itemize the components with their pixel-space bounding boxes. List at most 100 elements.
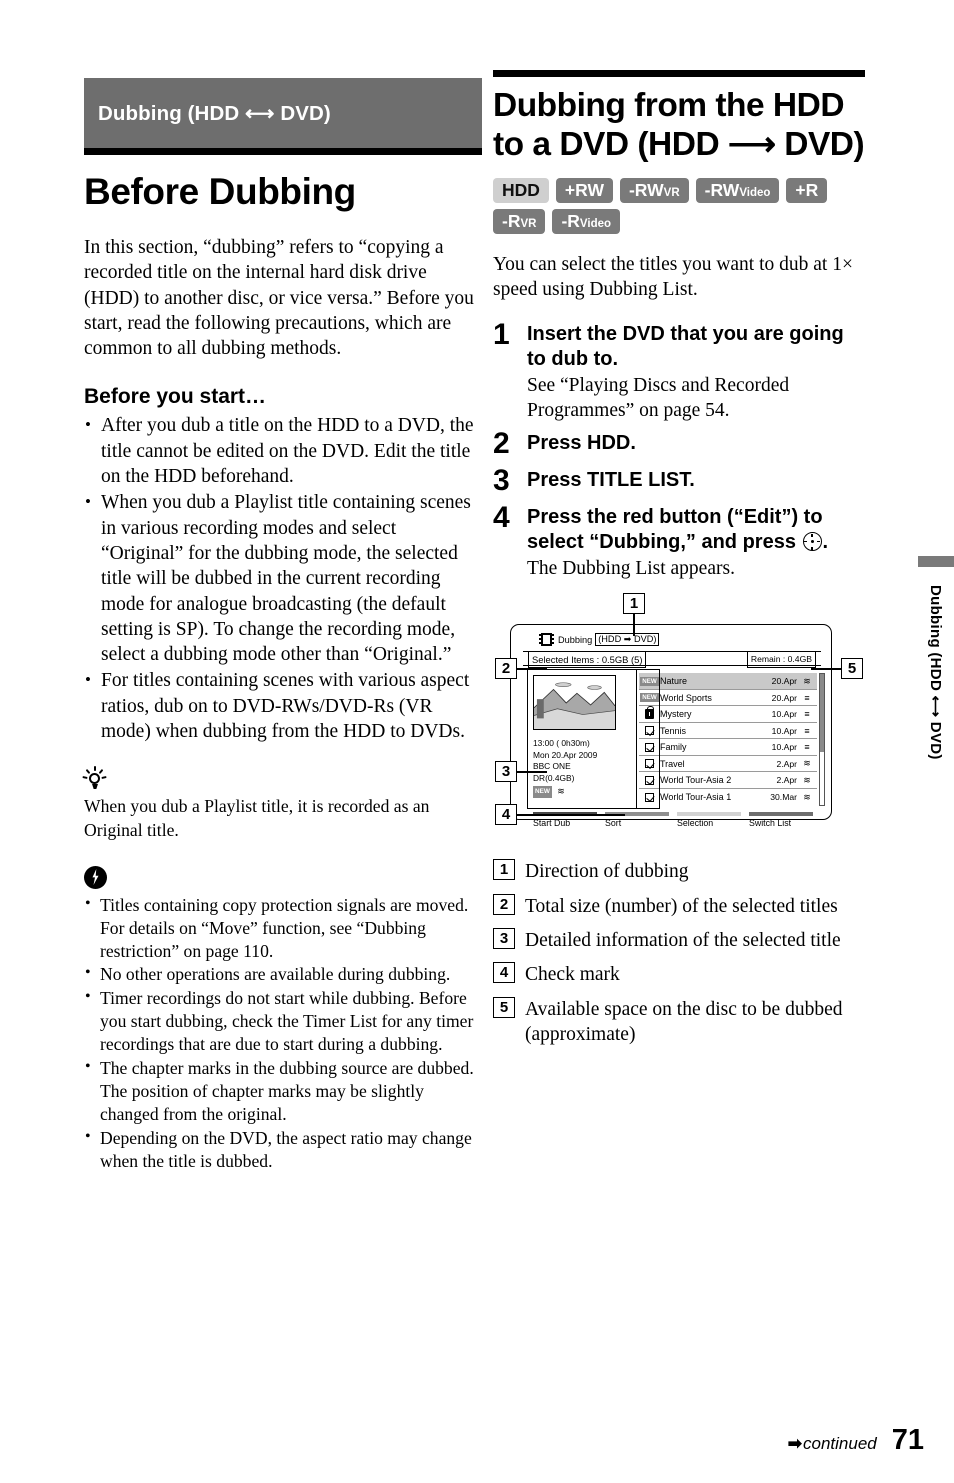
legend-item-4: 4 Check mark: [493, 962, 865, 987]
color-bar: [749, 812, 813, 817]
checkbox-column-highlight: [636, 669, 660, 810]
media-badges: HDD +RW -RW VR -RW Video +R -R VR -R Video: [493, 178, 865, 234]
leader-line-5: [811, 668, 841, 671]
list-item: For titles containing scenes with variou…: [84, 667, 482, 744]
table-row[interactable]: Family 10.Apr ≡: [639, 739, 817, 756]
callout-5: 5: [841, 658, 863, 680]
badge-plus-r: +R: [786, 178, 828, 203]
dubbing-title-list: NEW Nature 20.Apr ≋ NEW World Sports 20.…: [639, 673, 817, 805]
leader-line-4: [517, 814, 625, 817]
step-heading-text: Press the red button (“Edit”) to select …: [527, 506, 823, 554]
legend-item-2: 2 Total size (number) of the selected ti…: [493, 893, 865, 919]
table-row[interactable]: World Tour-Asia 1 30.Mar ≋: [639, 789, 817, 806]
legend-number: 1: [493, 859, 515, 881]
command-selection[interactable]: Selection: [677, 812, 741, 828]
legend-number: 5: [493, 996, 515, 1018]
row-title: Tennis: [660, 725, 687, 736]
row-date: 20.Apr: [771, 676, 797, 687]
section-title: Dubbing from the HDD to a DVD (HDD ⟶ DVD…: [493, 87, 865, 163]
lightbulb-icon: [82, 766, 107, 792]
screen-header-label: Dubbing: [558, 634, 593, 645]
table-row[interactable]: NEW World Sports 20.Apr ≡: [639, 690, 817, 707]
list-item: Timer recordings do not start while dubb…: [84, 985, 482, 1057]
list-item: The chapter marks in the dubbing source …: [84, 1055, 482, 1127]
step-number: 1: [493, 317, 510, 351]
page-number: 71: [891, 1424, 924, 1456]
legend-text: Direction of dubbing: [525, 861, 689, 883]
dubbing-list-diagram: 1 2 3 4 5 Dubbing (HDD ➡ DVD) Selected I…: [493, 593, 865, 843]
table-row[interactable]: Mystery 10.Apr ≡: [639, 705, 817, 723]
row-title: World Tour-Asia 1: [660, 792, 732, 803]
legend-number: 2: [493, 893, 515, 915]
side-tab-label: Dubbing (HDD ⟷ DVD): [927, 585, 944, 760]
command-switch-list[interactable]: Switch List: [749, 812, 813, 828]
list-scrollbar[interactable]: [819, 673, 825, 807]
left-column: Dubbing (HDD ⟷ DVD) Before Dubbing In th…: [82, 78, 482, 1174]
table-row[interactable]: World Tour-Asia 2 2.Apr ≋: [639, 772, 817, 789]
step-number: 2: [493, 427, 510, 461]
precaution-list: After you dub a title on the HDD to a DV…: [84, 412, 482, 744]
band-rule: [84, 148, 482, 155]
section-band: Dubbing (HDD ⟷ DVD): [84, 78, 482, 148]
command-label: Start Dub: [533, 818, 571, 829]
remain-label: Remain : 0.4GB: [746, 651, 817, 669]
row-date: 2.Apr: [776, 758, 797, 769]
badge-minus-rw-video: -RW Video: [695, 178, 780, 203]
step-3: 3 Press TITLE LIST.: [493, 465, 865, 497]
step-subtext: See “Playing Discs and Recorded Programm…: [527, 374, 790, 421]
manual-page: Dubbing (HDD ⟷ DVD) Before Dubbing In th…: [0, 0, 954, 1483]
badge-minus-r-vr: -R VR: [493, 209, 546, 234]
film-strip-icon: [539, 633, 554, 647]
row-date: 20.Apr: [771, 692, 797, 703]
badge-minus-rw-vr: -RW VR: [619, 178, 689, 203]
list-item: Depending on the DVD, the aspect ratio m…: [84, 1125, 482, 1174]
tv-screen: Dubbing (HDD ➡ DVD) Selected Items : 0.5…: [510, 624, 832, 828]
row-title: Travel: [660, 758, 685, 769]
section-band-label: Dubbing (HDD ⟷ DVD): [98, 101, 331, 125]
row-title: Family: [660, 742, 687, 753]
row-type-icon: ≋: [803, 675, 811, 686]
step-heading: Press the red button (“Edit”) to select …: [527, 505, 865, 555]
table-row[interactable]: Tennis 10.Apr ≡: [639, 723, 817, 740]
step-number: 3: [493, 464, 510, 498]
step-heading: Press HDD.: [527, 432, 636, 455]
page-footer: ➡ continued 71: [788, 1424, 924, 1457]
row-date: 10.Apr: [771, 709, 797, 720]
callout-legend: 1 Direction of dubbing 2 Total size (num…: [493, 859, 865, 1047]
legend-item-1: 1 Direction of dubbing: [493, 859, 865, 884]
tip-icon-row: [82, 766, 482, 793]
row-title: World Sports: [660, 692, 712, 703]
badge-hdd: HDD: [493, 178, 549, 203]
row-date: 10.Apr: [771, 725, 797, 736]
row-date: 2.Apr: [776, 775, 797, 786]
list-item: Titles containing copy protection signal…: [84, 892, 482, 964]
callout-1: 1: [623, 593, 645, 615]
legend-number: 4: [493, 962, 515, 984]
enter-button-icon: [802, 532, 822, 552]
leader-line-2: [517, 668, 547, 671]
note-bolt-icon: [84, 865, 107, 889]
screen-header-direction: (HDD ➡ DVD): [595, 633, 660, 647]
leader-line-3: [517, 771, 547, 774]
subheading-before-you-start: Before you start…: [84, 385, 267, 409]
page-title: Before Dubbing: [84, 171, 356, 212]
badge-plus-rw: +RW: [555, 178, 613, 203]
step-4: 4 Press the red button (“Edit”) to selec…: [493, 502, 865, 581]
row-type-icon: ≡: [804, 725, 810, 736]
color-bar: [677, 812, 741, 817]
media-badges-row-2: -R VR -R Video: [493, 209, 865, 234]
right-intro-paragraph: You can select the titles you want to du…: [493, 254, 853, 301]
step-heading-period: .: [822, 531, 829, 554]
table-row[interactable]: NEW Nature 20.Apr ≋: [639, 673, 817, 690]
step-1: 1 Insert the DVD that you are going to d…: [493, 317, 865, 424]
command-label: Selection: [677, 818, 714, 829]
steps-list: 1 Insert the DVD that you are going to d…: [493, 317, 865, 582]
table-row[interactable]: Travel 2.Apr ≋: [639, 756, 817, 773]
row-title: Nature: [660, 676, 688, 687]
row-type-icon: ≡: [804, 742, 810, 753]
note-icon-row: [84, 865, 482, 892]
list-item: After you dub a title on the HDD to a DV…: [84, 412, 482, 489]
continued-label: continued: [803, 1434, 877, 1453]
command-label: Switch List: [749, 818, 792, 829]
detail-panel-highlight: [527, 669, 637, 810]
